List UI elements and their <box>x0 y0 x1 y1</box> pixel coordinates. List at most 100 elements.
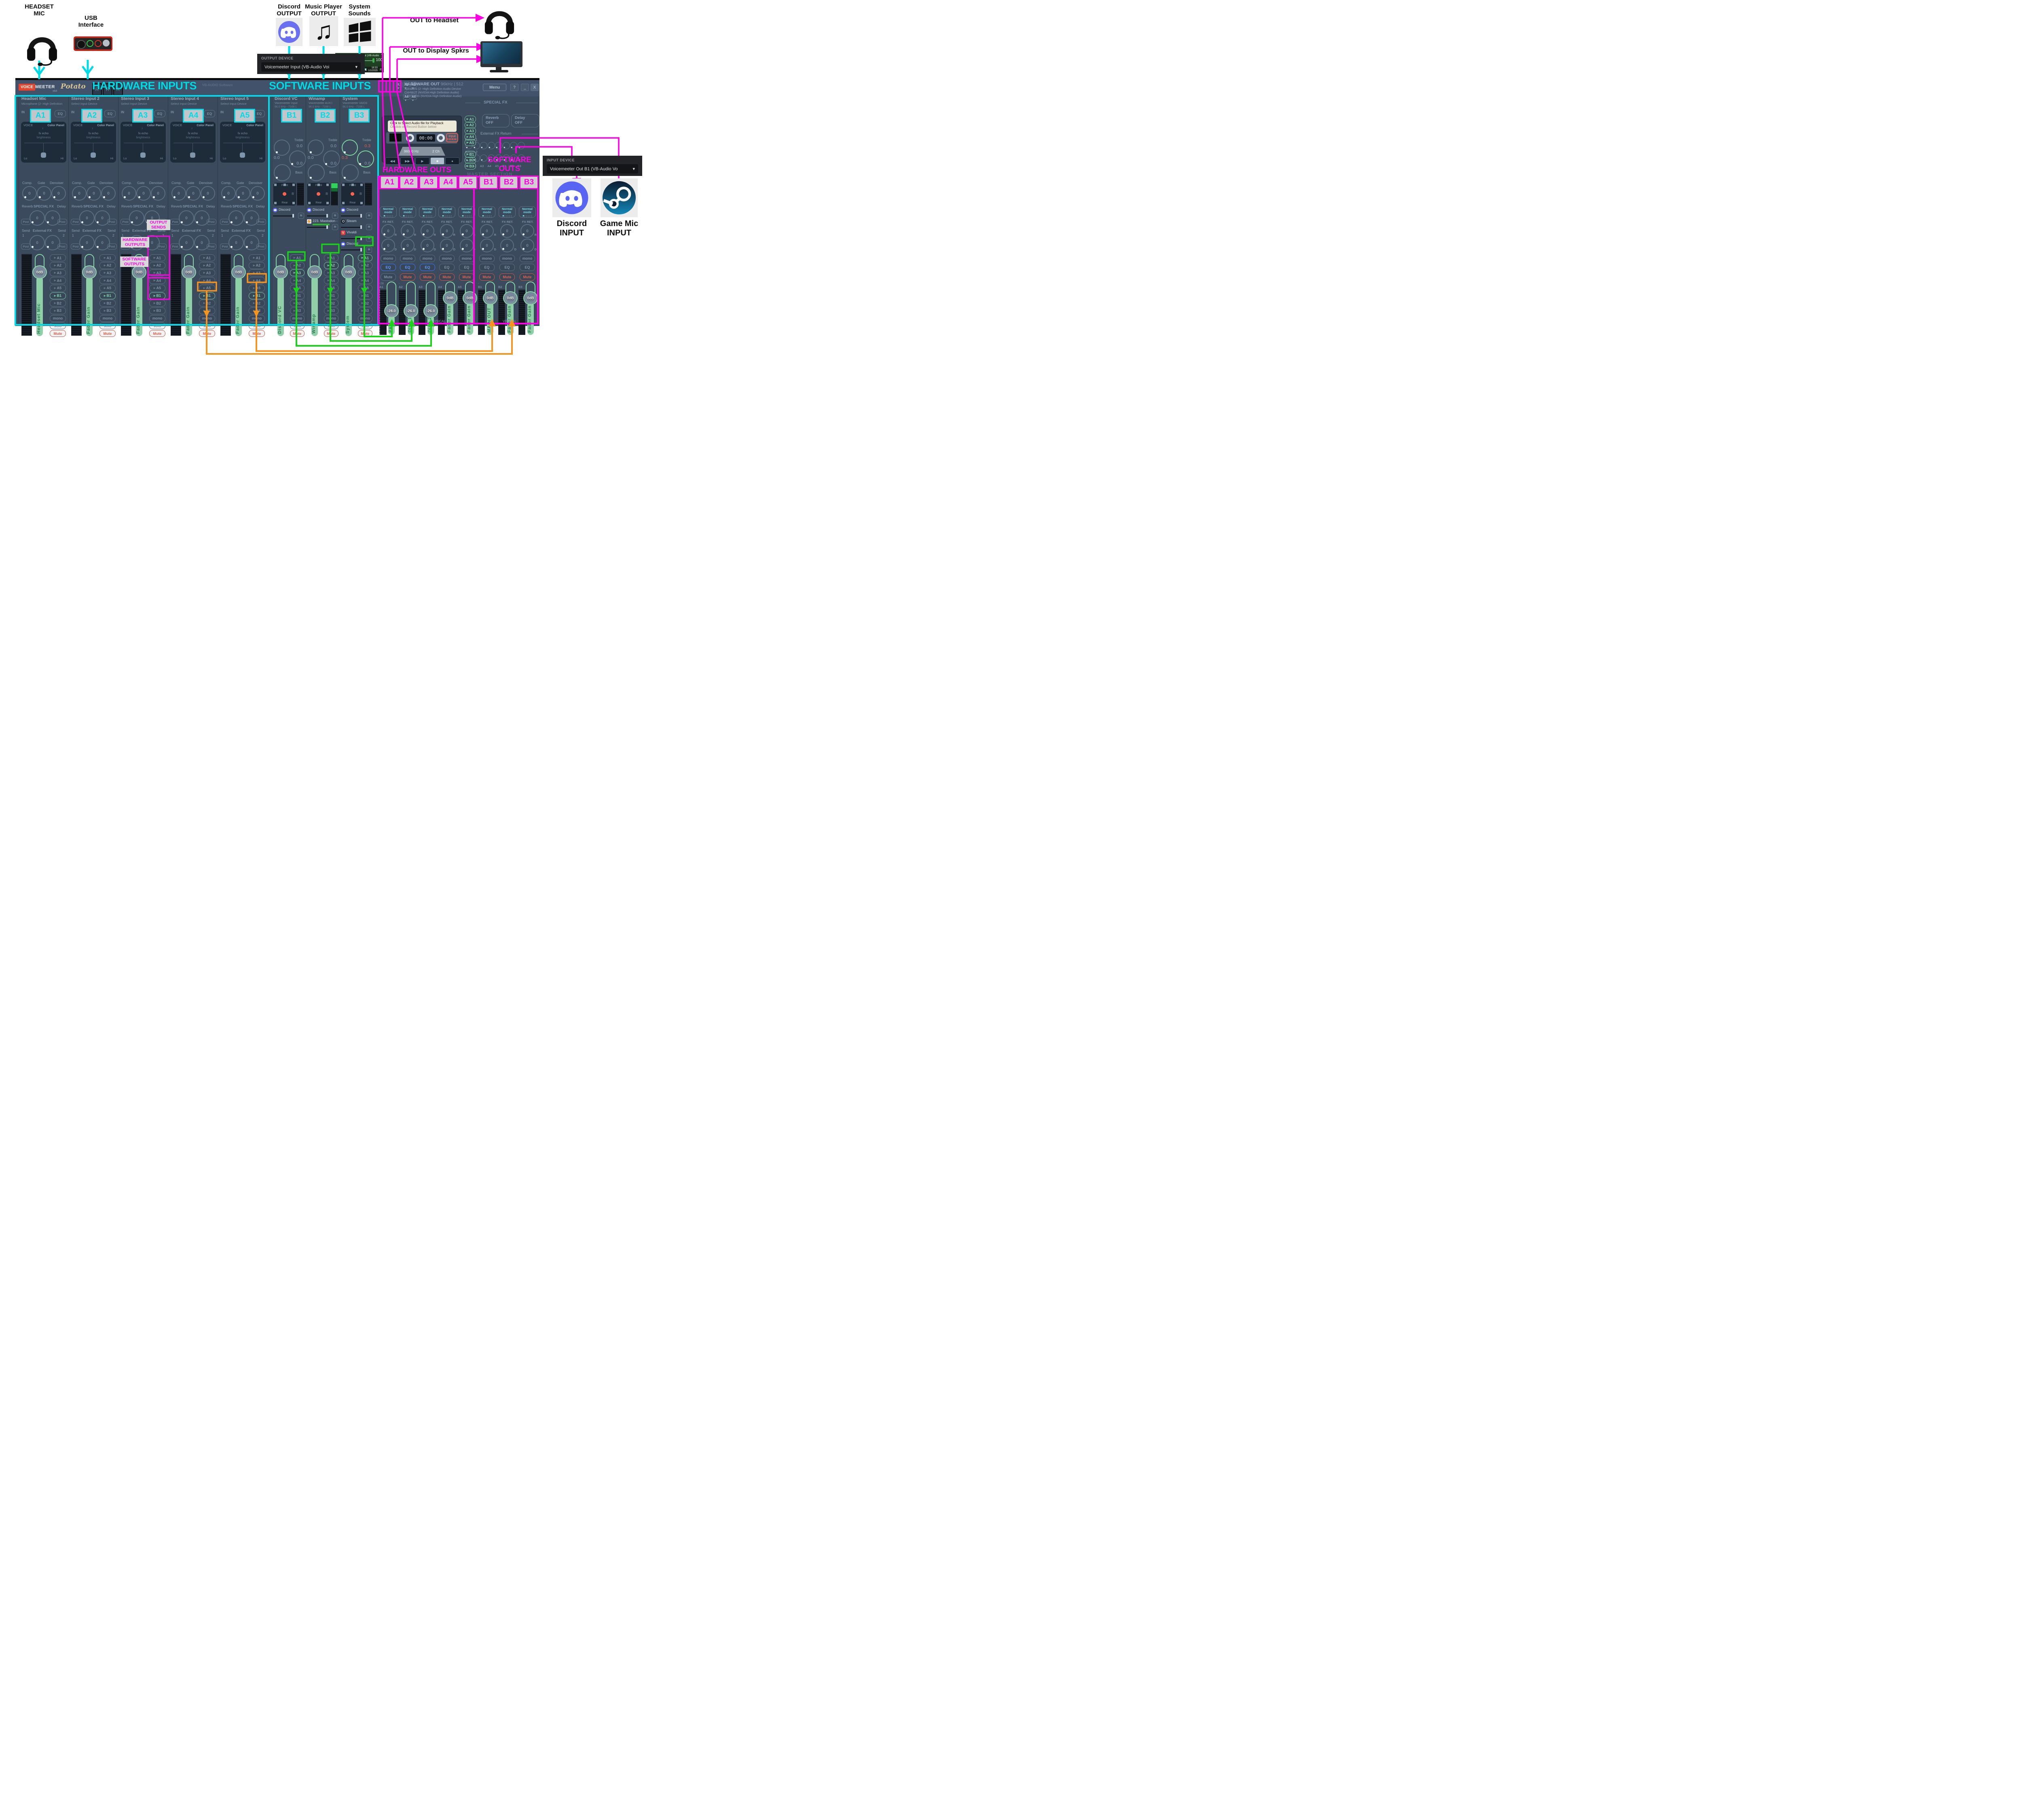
fader-handle[interactable]: 0dB <box>231 265 246 279</box>
menu-button[interactable]: Menu <box>483 84 506 91</box>
post-button[interactable]: Post <box>71 219 80 225</box>
pan-position[interactable] <box>351 192 354 196</box>
mono-button[interactable]: mono <box>520 255 535 262</box>
post-button[interactable]: Post <box>256 219 266 225</box>
comp-knob[interactable]: 0 <box>72 186 87 201</box>
post-button[interactable]: Post <box>256 243 266 250</box>
bus-A4-button[interactable]: ▶A4 <box>249 277 265 284</box>
app-volume-handle[interactable] <box>360 225 362 229</box>
color-panel[interactable]: VOICEColor Panel↑fx echobrightnessLoHi <box>71 122 116 163</box>
bus-A3-button[interactable]: ▶A3 <box>99 269 116 276</box>
chevron-down-icon[interactable]: ▼ <box>412 87 414 90</box>
bus-A5-button[interactable]: ▶A5 <box>99 285 116 292</box>
solo-button[interactable]: solo <box>149 322 165 329</box>
bus-A2-button[interactable]: ▶A2 <box>358 262 372 269</box>
normal-mode-button[interactable]: Normal mode <box>399 206 416 218</box>
fx-return-knob[interactable]: 0 <box>460 224 474 238</box>
delay-return-knob[interactable]: 0 <box>401 239 415 252</box>
fx-return-knob[interactable]: 0 <box>381 224 395 238</box>
reverb-knob[interactable]: 0 <box>179 210 194 226</box>
fader-handle[interactable]: -28.0 <box>384 304 399 318</box>
bus-B2-button[interactable]: ▶B2 <box>149 300 165 307</box>
fader-handle[interactable]: -26.0 <box>423 304 438 318</box>
normal-mode-button[interactable]: Normal mode <box>380 206 397 218</box>
mono-button[interactable]: mono <box>290 315 305 322</box>
mono-button[interactable]: mono <box>50 315 66 322</box>
solo-button[interactable]: solo <box>249 322 265 329</box>
color-panel-handle[interactable] <box>91 152 96 158</box>
panner[interactable]: FrontRearLR <box>273 183 296 205</box>
mono-button[interactable]: mono <box>381 255 396 262</box>
chevron-down-icon[interactable]: ▼ <box>404 87 407 90</box>
delay-return-knob[interactable]: 0 <box>440 239 454 252</box>
strip-eq-button[interactable]: EQ <box>55 110 66 117</box>
bus-A1-button[interactable]: ▶A1 <box>358 254 372 261</box>
bus-B2-button[interactable]: ▶B2 <box>99 300 116 307</box>
app-mute-button[interactable]: M <box>332 213 338 219</box>
gate-knob[interactable]: 0 <box>136 186 151 201</box>
bus-A2-button[interactable]: ▶A2 <box>290 262 305 269</box>
bus-A1-button[interactable]: ▶A1 <box>50 254 66 261</box>
mono-button[interactable]: mono <box>439 255 455 262</box>
strip-name[interactable]: Stereo Input 4 <box>168 96 218 101</box>
normal-mode-button[interactable]: Normal mode <box>458 206 475 218</box>
eq-button[interactable]: EQ <box>400 264 415 271</box>
strip-device-select[interactable]: Select Input Device <box>69 102 118 106</box>
bus-A1-button[interactable]: ▶A1 <box>290 254 305 261</box>
app-volume-handle[interactable] <box>326 225 328 229</box>
fader-handle[interactable]: 0dB <box>443 291 457 305</box>
post-button[interactable]: Post <box>21 243 31 250</box>
normal-mode-button[interactable]: Normal mode <box>478 206 495 218</box>
eq-button[interactable]: EQ <box>459 264 474 271</box>
color-panel-handle[interactable] <box>140 152 146 158</box>
reverb-knob[interactable]: 0 <box>79 210 95 226</box>
app-volume-track[interactable] <box>341 227 362 228</box>
denoiser-knob[interactable]: 0 <box>51 186 66 201</box>
bus-B1-button[interactable]: ▶B1 <box>324 292 338 299</box>
master-fader[interactable]: -26.0Disp 1 <box>405 281 417 336</box>
denoiser-knob[interactable]: 0 <box>201 186 215 201</box>
master-fader[interactable]: 0dBFader Gain <box>464 281 476 336</box>
bus-B2-button[interactable]: ▶B2 <box>249 300 265 307</box>
mute-button[interactable]: Mute <box>290 330 305 337</box>
bus-B1-button[interactable]: ▶B1 <box>249 292 265 299</box>
eq-knob-3[interactable] <box>308 164 325 181</box>
bus-A3-button[interactable]: ▶A3 <box>50 269 66 276</box>
solo-button[interactable]: solo <box>324 322 338 329</box>
normal-mode-button[interactable]: Normal mode <box>419 206 436 218</box>
eq-knob-1[interactable] <box>342 140 358 156</box>
color-panel[interactable]: VOICEColor Panel↑fx echobrightnessLoHi <box>21 122 66 163</box>
chevron-down-icon[interactable]: ▼ <box>397 87 400 90</box>
mute-button[interactable]: Mute <box>381 273 396 281</box>
denoiser-knob[interactable]: 0 <box>250 186 265 201</box>
gate-knob[interactable]: 0 <box>37 186 51 201</box>
master-fader[interactable]: 0dBFader Gain <box>525 281 537 336</box>
fader-handle[interactable]: 0dB <box>82 265 97 279</box>
comp-knob[interactable]: 0 <box>22 186 37 201</box>
comp-knob[interactable]: 0 <box>171 186 186 201</box>
mute-button[interactable]: Mute <box>199 330 215 337</box>
mono-button[interactable]: mono <box>149 315 165 322</box>
pan-position[interactable] <box>283 192 286 196</box>
bus-B1-button[interactable]: ▶B1 <box>99 292 116 299</box>
strip-device-select[interactable]: Select Input Device <box>168 102 218 106</box>
fader-handle[interactable]: 0dB <box>523 291 538 305</box>
solo-button[interactable]: solo <box>99 322 116 329</box>
help-button[interactable]: ? <box>510 84 518 91</box>
gate-knob[interactable]: 0 <box>186 186 201 201</box>
color-panel[interactable]: VOICEColor Panel↑fx echobrightnessLoHi <box>170 122 216 163</box>
strip-fader[interactable]: 0dBHeadset Mic <box>34 254 46 337</box>
mute-button[interactable]: Mute <box>50 330 66 337</box>
mute-button[interactable]: Mute <box>324 330 338 337</box>
mute-button[interactable]: Mute <box>149 330 165 337</box>
bus-B2-button[interactable]: ▶B2 <box>290 300 305 307</box>
bus-A3-button[interactable]: ▶A3 <box>249 269 265 276</box>
bus-B1-button[interactable]: ▶B1 <box>50 292 66 299</box>
strip-fader[interactable]: 0dBSystem <box>343 254 355 337</box>
post-button[interactable]: Post <box>121 219 130 225</box>
mono-button[interactable]: mono <box>400 255 415 262</box>
mute-button[interactable]: Mute <box>99 330 116 337</box>
app-mute-button[interactable]: M <box>332 224 338 230</box>
fx-return-knob[interactable]: 0 <box>480 224 494 238</box>
delay-return-knob[interactable]: 0 <box>500 239 514 252</box>
